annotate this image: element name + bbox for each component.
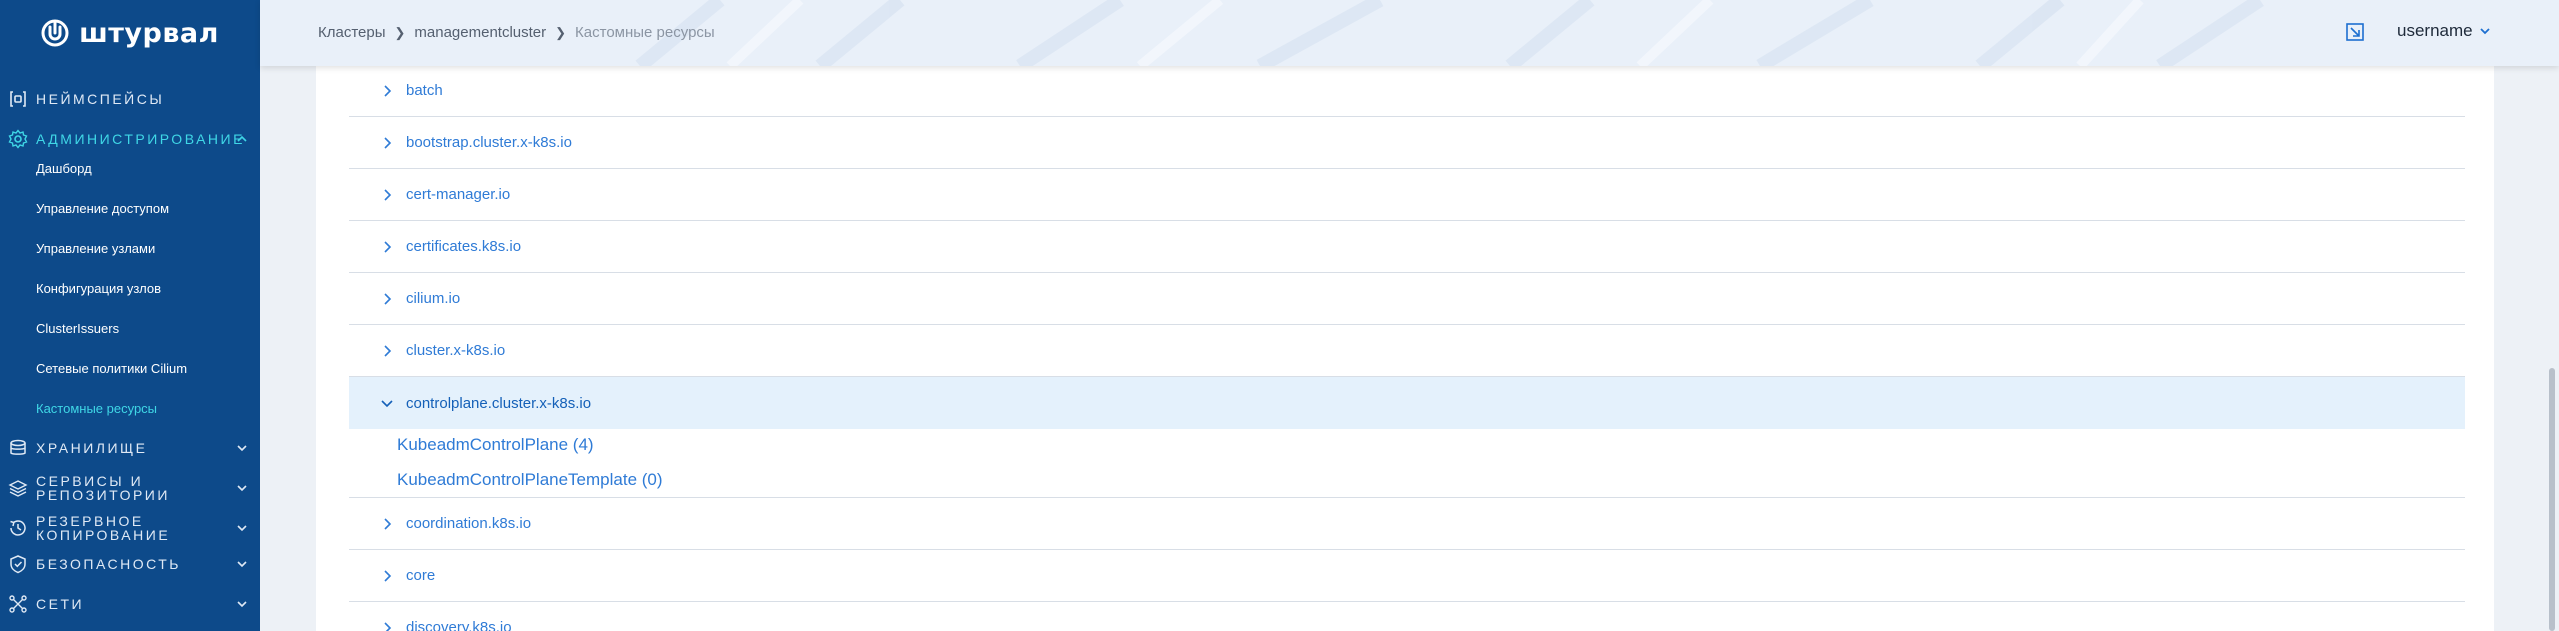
chevron-down-icon: [2479, 28, 2490, 35]
api-group-row[interactable]: cert-manager.io: [349, 169, 2465, 221]
sidebar-section-label: Хранилище: [36, 440, 148, 456]
chevron-down-icon: [237, 525, 247, 532]
resource-link-kubeadmcontrolplane[interactable]: KubeadmControlPlane (4): [397, 435, 594, 455]
sidebar-section-label-line: копирование: [36, 527, 171, 543]
page-scrollbar[interactable]: [2549, 368, 2555, 631]
chevron-right-icon: ❯: [555, 24, 567, 40]
sidebar-item-dashboard[interactable]: Дашборд: [36, 161, 92, 176]
api-group-row[interactable]: cluster.x-k8s.io: [349, 325, 2465, 377]
breadcrumb: Кластеры ❯ managementcluster ❯ Кастомные…: [318, 24, 715, 41]
chevron-right-icon: [384, 188, 392, 201]
username-label: username: [2397, 21, 2473, 40]
helm-logo-icon: [41, 19, 69, 47]
sidebar-section-label: Администрирование: [36, 131, 245, 147]
network-icon: [9, 595, 27, 613]
sidebar-section-namespaces[interactable]: Неймспейсы: [0, 89, 260, 109]
chevron-right-icon: [384, 517, 392, 530]
api-group-row[interactable]: core: [349, 550, 2465, 602]
sidebar-section-services[interactable]: Сервисы и репозитории: [0, 474, 260, 502]
chevron-right-icon: [384, 292, 392, 305]
api-group-row[interactable]: bootstrap.cluster.x-k8s.io: [349, 117, 2465, 169]
sidebar-section-label: Сервисы и репозитории: [36, 474, 170, 502]
sidebar-section-label-line: репозитории: [36, 487, 170, 503]
chevron-right-icon: [384, 84, 392, 97]
sidebar-item-custom-resources[interactable]: Кастомные ресурсы: [36, 401, 157, 416]
chevron-right-icon: [384, 569, 392, 582]
sidebar-section-label: Резервное копирование: [36, 514, 170, 542]
api-group-name: controlplane.cluster.x-k8s.io: [406, 394, 592, 412]
api-group-row[interactable]: batch: [349, 65, 2465, 117]
api-group-name: core: [406, 567, 436, 584]
api-group-row[interactable]: cilium.io: [349, 273, 2465, 325]
sidebar-section-administration[interactable]: Администрирование: [0, 129, 260, 149]
sidebar-item-access-management[interactable]: Управление доступом: [36, 201, 169, 216]
resource-link-kubeadmcontrolplanetemplate[interactable]: KubeadmControlPlaneTemplate (0): [397, 470, 663, 490]
sidebar-section-label: Неймспейсы: [36, 91, 165, 107]
api-group-name: coordination.k8s.io: [406, 515, 532, 532]
chevron-down-icon: [237, 601, 247, 608]
api-group-name: certificates.k8s.io: [406, 238, 522, 255]
api-group-row[interactable]: coordination.k8s.io: [349, 498, 2465, 550]
chevron-right-icon: [384, 136, 392, 149]
chevron-down-icon: [381, 400, 393, 408]
logo[interactable]: штурвал: [0, 0, 260, 66]
sidebar-section-networks[interactable]: Сети: [0, 594, 260, 614]
api-group-name: batch: [406, 82, 443, 99]
gear-icon: [8, 129, 28, 149]
user-menu[interactable]: username: [2397, 21, 2491, 41]
chevron-right-icon: ❯: [394, 24, 406, 40]
api-group-row-expanded[interactable]: controlplane.cluster.x-k8s.io: [349, 377, 2465, 429]
api-group-name: cilium.io: [406, 290, 461, 307]
shield-icon: [10, 555, 26, 574]
sidebar-section-security[interactable]: Безопасность: [0, 554, 260, 574]
stack-icon: [8, 480, 28, 497]
namespace-icon: [10, 91, 26, 107]
sidebar-item-cilium-policies[interactable]: Сетевые политики Cilium: [36, 361, 187, 376]
chevron-up-icon: [237, 135, 247, 142]
top-header: Кластеры ❯ managementcluster ❯ Кастомные…: [260, 0, 2559, 66]
sidebar-section-label: Безопасность: [36, 556, 181, 572]
breadcrumb-managementcluster[interactable]: managementcluster: [414, 24, 546, 41]
sidebar-section-label: Сети: [36, 596, 85, 612]
chevron-right-icon: [384, 621, 392, 631]
external-link-icon[interactable]: [2345, 22, 2365, 42]
backup-icon: [10, 520, 26, 536]
sidebar-item-node-configuration[interactable]: Конфигурация узлов: [36, 281, 161, 296]
chevron-down-icon: [237, 445, 247, 452]
api-group-name: cluster.x-k8s.io: [406, 342, 506, 359]
chevron-right-icon: [384, 344, 392, 357]
api-group-name: discovery.k8s.io: [406, 619, 512, 631]
logo-text: штурвал: [79, 17, 219, 49]
sidebar-section-backup[interactable]: Резервное копирование: [0, 514, 260, 542]
api-group-row[interactable]: discovery.k8s.io: [349, 602, 2465, 631]
sidebar-item-clusterissuers[interactable]: ClusterIssuers: [36, 321, 119, 336]
breadcrumb-clusters[interactable]: Кластеры: [318, 24, 386, 41]
breadcrumb-current: Кастомные ресурсы: [575, 24, 715, 41]
chevron-down-icon: [237, 485, 247, 492]
database-icon: [10, 439, 26, 455]
api-group-row[interactable]: certificates.k8s.io: [349, 221, 2465, 273]
api-group-name: cert-manager.io: [406, 186, 511, 203]
sidebar-section-storage[interactable]: Хранилище: [0, 438, 260, 458]
sidebar: штурвал Неймспейсы Администрирование Даш…: [0, 0, 260, 631]
sidebar-item-node-management[interactable]: Управление узлами: [36, 241, 155, 256]
chevron-right-icon: [384, 240, 392, 253]
chevron-down-icon: [237, 561, 247, 568]
api-group-name: bootstrap.cluster.x-k8s.io: [406, 134, 572, 151]
